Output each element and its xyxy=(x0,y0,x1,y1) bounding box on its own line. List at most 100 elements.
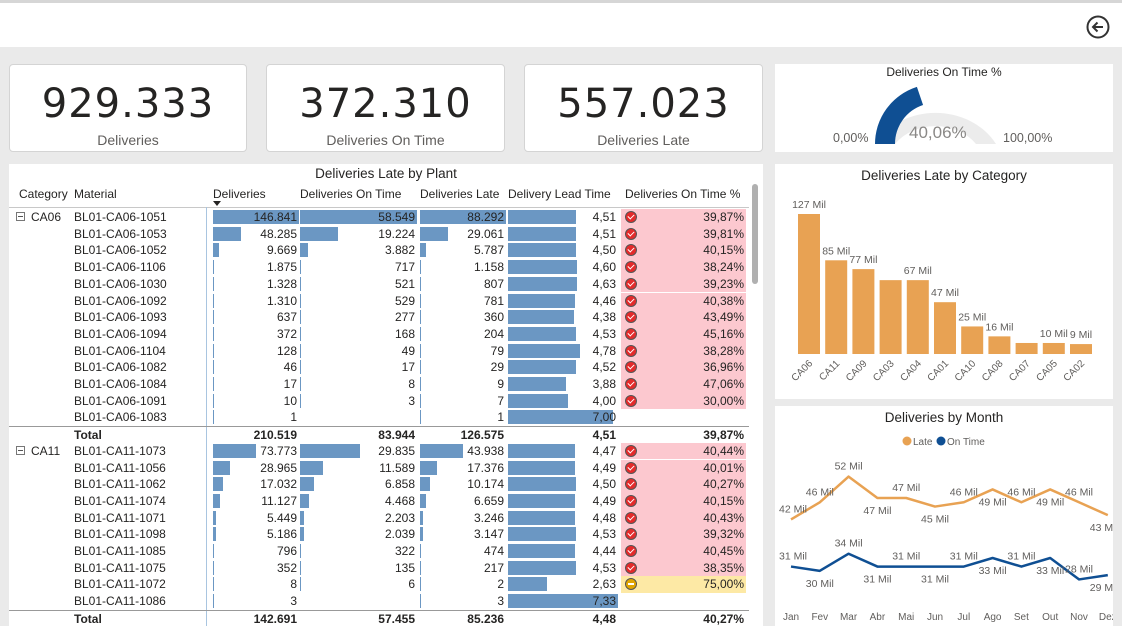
table-row[interactable]: BL01-CA06-1091 10 3 7 4,00 30,00% xyxy=(9,392,749,410)
cell-l: 85.236 xyxy=(420,611,506,626)
data-bar xyxy=(300,276,302,291)
header-deliveries-on-time[interactable]: Deliveries On Time xyxy=(300,187,401,201)
table-row[interactable]: BL01-CA06-1092 1.310 529 781 4,46 40,38% xyxy=(9,292,749,310)
table-row[interactable]: BL01-CA11-1075 352 135 217 4,53 38,35% xyxy=(9,559,749,577)
table-row[interactable]: BL01-CA06-1030 1.328 521 807 4,63 39,23% xyxy=(9,275,749,293)
point-label: 46 Mil xyxy=(806,486,834,498)
table-row[interactable]: BL01-CA11-1062 17.032 6.858 10.174 4,50 40,27… xyxy=(9,476,749,493)
table-row[interactable]: BL01-CA06-1106 1.875 717 1.158 4,60 38,24% xyxy=(9,259,749,276)
header-delivery-lead-time[interactable]: Delivery Lead Time xyxy=(508,187,611,201)
table-row[interactable]: CA06 BL01-CA06-1051 146.841 58.549 88.292 4,5… xyxy=(9,209,749,226)
table-row[interactable]: BL01-CA06-1093 637 277 360 4,38 43,49% xyxy=(9,309,749,326)
sort-desc-icon[interactable] xyxy=(213,201,221,206)
cell-value: 3 xyxy=(497,594,504,609)
cell-value: 4,51 xyxy=(592,428,616,443)
table-row[interactable]: BL01-CA11-1072 8 6 2 2,63 75,00% xyxy=(9,576,749,594)
x-tick-label: CA02 xyxy=(1062,358,1088,384)
cell-lt: 4,44 xyxy=(508,543,618,560)
data-bar xyxy=(213,343,214,358)
table-row[interactable]: BL01-CA11-1056 28.965 11.589 17.376 4,49 40,0… xyxy=(9,459,749,477)
collapse-icon[interactable] xyxy=(16,212,25,221)
table-row[interactable]: BL01-CA11-1086 3 3 7,33 xyxy=(9,593,749,610)
cell-value: 29.835 xyxy=(378,443,415,458)
data-bar xyxy=(420,226,449,241)
pct-cell: 30,00% xyxy=(621,392,746,410)
table-row[interactable]: BL01-CA11-1098 5.186 2.039 3.147 4,53 39,32% xyxy=(9,526,749,543)
cell-value: 10.174 xyxy=(467,477,504,492)
gauge-max-label: 100,00% xyxy=(1003,131,1053,145)
table-row[interactable]: BL01-CA06-1104 128 49 79 4,78 38,28% xyxy=(9,342,749,360)
pct-value: 39,87% xyxy=(703,428,744,443)
collapse-icon[interactable] xyxy=(16,445,25,455)
table-row[interactable]: BL01-CA06-1052 9.669 3.882 5.787 4,50 40,15% xyxy=(9,242,749,260)
cell-l: 3.147 xyxy=(420,526,506,543)
table-row[interactable]: BL01-CA06-1094 372 168 204 4,53 45,16% xyxy=(9,325,749,343)
legend-label-late: Late xyxy=(913,437,933,448)
cell-value: 168 xyxy=(394,326,415,341)
x-tick-label: Jun xyxy=(927,612,943,623)
cell-value: 28.965 xyxy=(260,460,297,475)
cell-d: 146.841 xyxy=(213,209,299,226)
header-deliveries[interactable]: Deliveries xyxy=(213,187,266,201)
data-bar xyxy=(213,377,214,391)
alert-icon xyxy=(625,545,637,557)
data-bar xyxy=(508,210,576,224)
cell-l: 360 xyxy=(420,309,506,326)
data-bar xyxy=(300,510,305,525)
kpi-label: Deliveries xyxy=(97,132,159,148)
table-row[interactable]: BL01-CA06-1084 17 8 9 3,88 47,06% xyxy=(9,376,749,393)
data-bar xyxy=(300,326,301,341)
table-row[interactable]: BL01-CA06-1053 48.285 19.224 29.061 4,51 39,8… xyxy=(9,225,749,243)
header-category[interactable]: Category xyxy=(19,187,68,201)
cell-value: 4,60 xyxy=(592,260,616,275)
data-bar xyxy=(420,577,421,592)
cell-l: 781 xyxy=(420,293,506,310)
cell-l: 126.575 xyxy=(420,427,506,444)
data-bar xyxy=(213,594,214,609)
cell-value: 4,53 xyxy=(592,560,616,575)
data-bar xyxy=(213,410,214,425)
back-arrow-icon[interactable] xyxy=(1086,15,1110,39)
cell-lt: 4,48 xyxy=(508,510,618,527)
material-cell: BL01-CA06-1084 xyxy=(74,377,167,391)
cell-o: 83.944 xyxy=(300,427,417,444)
x-tick-label: CA08 xyxy=(980,358,1006,384)
cell-lt: 4,46 xyxy=(508,293,618,310)
cell-value: 5.449 xyxy=(266,510,297,525)
cell-o xyxy=(300,593,417,610)
cell-d: 128 xyxy=(213,343,299,360)
table-row[interactable]: BL01-CA06-1082 46 17 29 4,52 36,96% xyxy=(9,359,749,376)
header-deliveries-on-time-pct[interactable]: Deliveries On Time % xyxy=(625,187,740,201)
cell-l: 5.787 xyxy=(420,242,506,259)
point-label: 31 Mil xyxy=(779,551,807,563)
cell-value: 4,53 xyxy=(592,326,616,341)
x-tick-label: CA05 xyxy=(1034,358,1060,384)
table-row[interactable]: BL01-CA11-1071 5.449 2.203 3.246 4,48 40,43% xyxy=(9,509,749,527)
cell-value: 3 xyxy=(290,594,297,609)
header-deliveries-late[interactable]: Deliveries Late xyxy=(420,187,499,201)
cell-d: 17.032 xyxy=(213,476,299,493)
data-bar xyxy=(300,460,324,475)
table-row[interactable]: BL01-CA06-1083 1 1 7,00 xyxy=(9,409,749,426)
cell-l: 807 xyxy=(420,276,506,293)
cell-l: 10.174 xyxy=(420,476,506,493)
legend-marker xyxy=(902,436,912,446)
table-scrollbar[interactable] xyxy=(752,184,758,284)
header-material[interactable]: Material xyxy=(74,187,117,201)
cell-o: 17 xyxy=(300,359,417,376)
table-row[interactable]: CA11 BL01-CA11-1073 73.773 29.835 43.938 4,47… xyxy=(9,442,749,460)
data-bar xyxy=(213,577,214,592)
pct-cell: 40,44% xyxy=(621,442,746,460)
point-label: 46 Mil xyxy=(1065,486,1093,498)
table-row[interactable]: BL01-CA11-1074 11.127 4.468 6.659 4,49 40,15% xyxy=(9,492,749,510)
cell-value: 1.158 xyxy=(473,260,504,275)
data-bar xyxy=(213,326,214,341)
table-row[interactable]: BL01-CA11-1085 796 322 474 4,44 40,45% xyxy=(9,543,749,560)
cell-l: 88.292 xyxy=(420,209,506,226)
cell-value: 796 xyxy=(276,544,297,558)
cell-d: 210.519 xyxy=(213,427,299,444)
cell-l: 3.246 xyxy=(420,510,506,527)
data-bar xyxy=(508,377,567,391)
cell-lt: 4,38 xyxy=(508,309,618,326)
kpi-card-deliveries: 929.333 Deliveries xyxy=(9,64,247,152)
